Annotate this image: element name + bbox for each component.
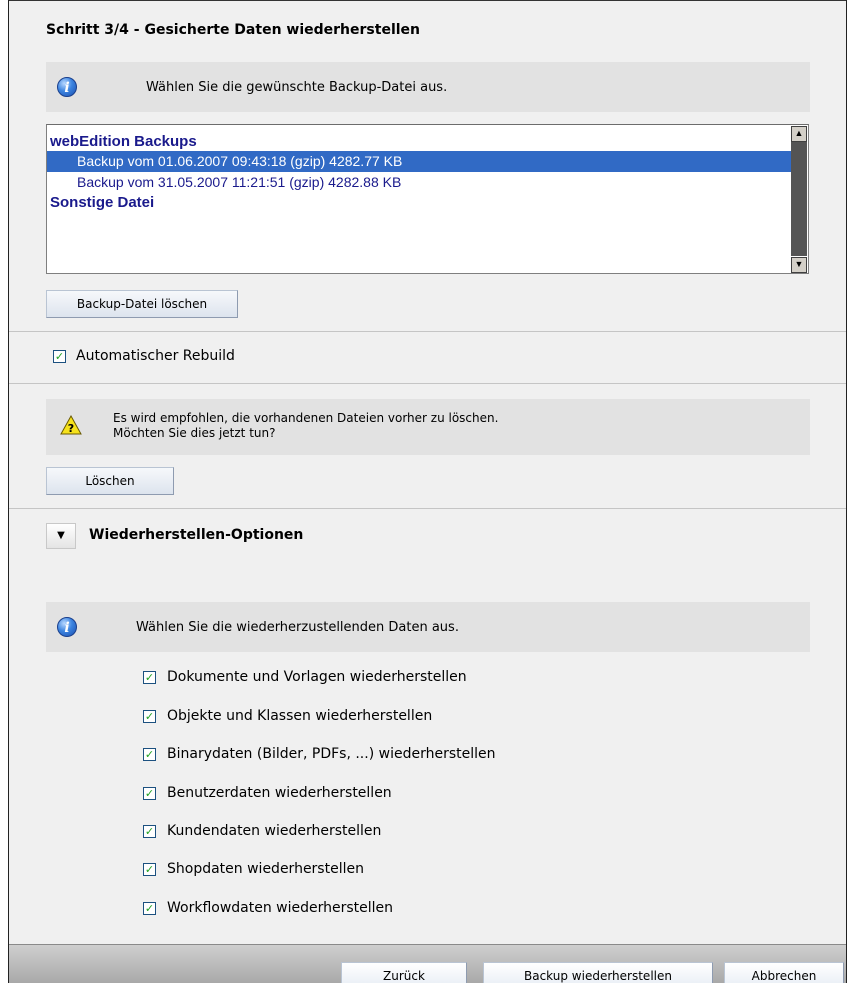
back-button[interactable]: Zurück (341, 962, 467, 983)
divider (9, 383, 846, 384)
scroll-down-icon[interactable]: ▼ (791, 257, 807, 273)
divider (9, 331, 846, 332)
backup-listbox[interactable]: webEdition Backups Backup vom 01.06.2007… (46, 124, 809, 274)
footer-bar: Zurück Backup wiederherstellen Abbrechen (9, 944, 846, 983)
scroll-track[interactable] (791, 142, 807, 256)
option-checkbox-objects[interactable]: ✓ (143, 710, 156, 723)
option-checkbox-users[interactable]: ✓ (143, 787, 156, 800)
option-checkbox-shop[interactable]: ✓ (143, 863, 156, 876)
list-group-webedition: webEdition Backups (50, 133, 197, 150)
option-label-users: Benutzerdaten wiederherstellen (167, 785, 392, 801)
cancel-button[interactable]: Abbrechen (724, 962, 844, 983)
restore-dialog: Schritt 3/4 - Gesicherte Daten wiederher… (8, 0, 847, 983)
delete-files-button[interactable]: Löschen (46, 467, 174, 495)
page-title: Schritt 3/4 - Gesicherte Daten wiederher… (46, 22, 421, 38)
option-checkbox-customers[interactable]: ✓ (143, 825, 156, 838)
delete-backup-button[interactable]: Backup-Datei löschen (46, 290, 238, 318)
scroll-up-icon[interactable]: ▲ (791, 126, 807, 142)
list-item-backup-2[interactable]: Backup vom 31.05.2007 11:21:51 (gzip) 42… (47, 172, 793, 193)
option-label-objects: Objekte und Klassen wiederherstellen (167, 708, 433, 724)
info-box-select: i Wählen Sie die gewünschte Backup-Datei… (46, 62, 810, 112)
warning-icon: ? (60, 415, 82, 435)
info-box-data: i Wählen Sie die wiederherzustellenden D… (46, 602, 810, 652)
list-item-backup-1[interactable]: Backup vom 01.06.2007 09:43:18 (gzip) 42… (47, 151, 793, 172)
option-label-customers: Kundendaten wiederherstellen (167, 823, 382, 839)
warning-line-1: Es wird empfohlen, die vorhandenen Datei… (113, 411, 499, 425)
options-section-title: Wiederherstellen-Optionen (89, 527, 304, 543)
option-checkbox-documents[interactable]: ✓ (143, 671, 156, 684)
divider (9, 508, 846, 509)
auto-rebuild-checkbox[interactable]: ✓ (53, 350, 66, 363)
auto-rebuild-label: Automatischer Rebuild (76, 348, 235, 364)
option-label-binary: Binarydaten (Bilder, PDFs, ...) wiederhe… (167, 746, 496, 762)
restore-backup-button[interactable]: Backup wiederherstellen (483, 962, 713, 983)
info-select-text: Wählen Sie die gewünschte Backup-Datei a… (146, 80, 448, 95)
option-checkbox-workflow[interactable]: ✓ (143, 902, 156, 915)
warning-line-2: Möchten Sie dies jetzt tun? (113, 426, 276, 440)
option-label-workflow: Workflowdaten wiederherstellen (167, 900, 394, 916)
info-icon: i (57, 617, 77, 637)
option-label-shop: Shopdaten wiederherstellen (167, 861, 364, 877)
list-scrollbar[interactable]: ▲ ▼ (791, 126, 807, 273)
svg-text:?: ? (68, 422, 74, 435)
list-group-sonstige[interactable]: Sonstige Datei (50, 194, 154, 211)
warning-box: ? Es wird empfohlen, die vorhandenen Dat… (46, 399, 810, 455)
option-label-documents: Dokumente und Vorlagen wiederherstellen (167, 669, 467, 685)
info-icon: i (57, 77, 77, 97)
option-checkbox-binary[interactable]: ✓ (143, 748, 156, 761)
top-border (9, 0, 846, 4)
collapse-toggle-icon[interactable]: ▼ (46, 523, 76, 549)
info-data-text: Wählen Sie die wiederherzustellenden Dat… (136, 620, 459, 635)
